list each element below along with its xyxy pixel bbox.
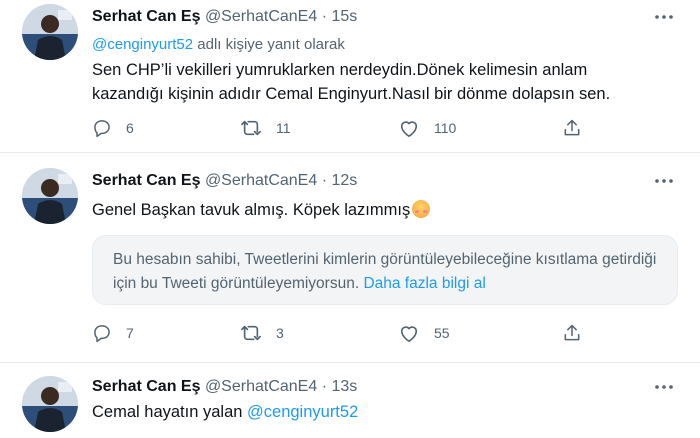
author-name[interactable]: Serhat Can Eş [92, 378, 200, 395]
reply-count: 7 [126, 325, 134, 341]
withheld-tweet-notice: Bu hesabın sahibi, Tweetlerini kimlerin … [92, 235, 678, 305]
share-icon [562, 323, 582, 343]
tweet-time[interactable]: 13s [331, 378, 357, 395]
share-button[interactable] [562, 323, 582, 343]
more-icon[interactable] [652, 378, 676, 396]
like-button[interactable]: 110 [398, 118, 456, 138]
tweet-header: Serhat Can Eş @SerhatCanE4 · 12s [92, 172, 357, 190]
author-handle[interactable]: @SerhatCanE4 [205, 8, 317, 25]
smiling-face-emoji [412, 200, 431, 218]
reply-icon [92, 118, 112, 138]
author-handle[interactable]: @SerhatCanE4 [205, 172, 317, 189]
retweet-button[interactable]: 3 [240, 323, 284, 343]
reply-count: 6 [126, 120, 134, 136]
avatar[interactable] [22, 168, 78, 224]
tweet-time[interactable]: 12s [331, 172, 357, 189]
tweet-text-content: Genel Başkan tavuk almış. Köpek lazımmış [92, 201, 411, 219]
share-button[interactable] [562, 118, 582, 138]
more-icon[interactable] [652, 8, 676, 26]
like-icon [398, 323, 420, 343]
tweet-text: Cemal hayatın yalan @cenginyurt52 [92, 400, 682, 424]
reply-context-label: adlı kişiye yanıt olarak [193, 36, 345, 53]
mention-link[interactable]: @cenginyurt52 [247, 403, 358, 421]
reply-context: @cenginyurt52 adlı kişiye yanıt olarak [92, 36, 345, 53]
like-button[interactable]: 55 [398, 323, 450, 343]
reply-button[interactable]: 6 [92, 118, 134, 138]
tweet-text-line: Sen CHP’li vekilleri yumruklarken nerdey… [92, 61, 588, 79]
like-count: 110 [434, 120, 457, 136]
like-count: 55 [434, 325, 450, 341]
reply-button[interactable]: 7 [92, 323, 134, 343]
reply-icon [92, 323, 112, 343]
separator-dot: · [321, 172, 328, 189]
retweet-icon [240, 118, 262, 138]
avatar[interactable] [22, 376, 78, 432]
author-handle[interactable]: @SerhatCanE4 [205, 378, 317, 395]
tweet-1[interactable]: Serhat Can Eş @SerhatCanE4 · 15s @cengin… [0, 0, 700, 152]
tweet-time[interactable]: 15s [331, 8, 357, 25]
author-name[interactable]: Serhat Can Eş [92, 172, 200, 189]
avatar[interactable] [22, 4, 78, 60]
more-icon[interactable] [652, 172, 676, 190]
tweet-actions: 6 11 110 [92, 118, 592, 140]
tweet-text: Genel Başkan tavuk almış. Köpek lazımmış [92, 198, 682, 222]
retweet-icon [240, 323, 262, 343]
like-icon [398, 118, 420, 138]
retweet-count: 3 [276, 325, 284, 341]
separator-dot: · [321, 378, 328, 395]
tweet-text-line: kazandığı kişinin adıdır Cemal Enginyurt… [92, 85, 611, 103]
tweet-text: Sen CHP’li vekilleri yumruklarken nerdey… [92, 58, 682, 106]
retweet-count: 11 [276, 120, 291, 136]
share-icon [562, 118, 582, 138]
tweet-2[interactable]: Serhat Can Eş @SerhatCanE4 · 12s Genel B… [0, 153, 700, 362]
tweet-3[interactable]: Serhat Can Eş @SerhatCanE4 · 13s Cemal h… [0, 363, 700, 438]
tweet-actions: 7 3 55 [92, 323, 592, 345]
separator-dot: · [321, 8, 328, 25]
learn-more-link[interactable]: Daha fazla bilgi al [363, 275, 485, 292]
tweet-text-content: Cemal hayatın yalan [92, 403, 248, 421]
tweet-header: Serhat Can Eş @SerhatCanE4 · 15s [92, 8, 357, 26]
author-name[interactable]: Serhat Can Eş [92, 8, 200, 25]
retweet-button[interactable]: 11 [240, 118, 291, 138]
tweet-header: Serhat Can Eş @SerhatCanE4 · 13s [92, 378, 357, 396]
reply-mention-link[interactable]: @cenginyurt52 [92, 36, 193, 53]
